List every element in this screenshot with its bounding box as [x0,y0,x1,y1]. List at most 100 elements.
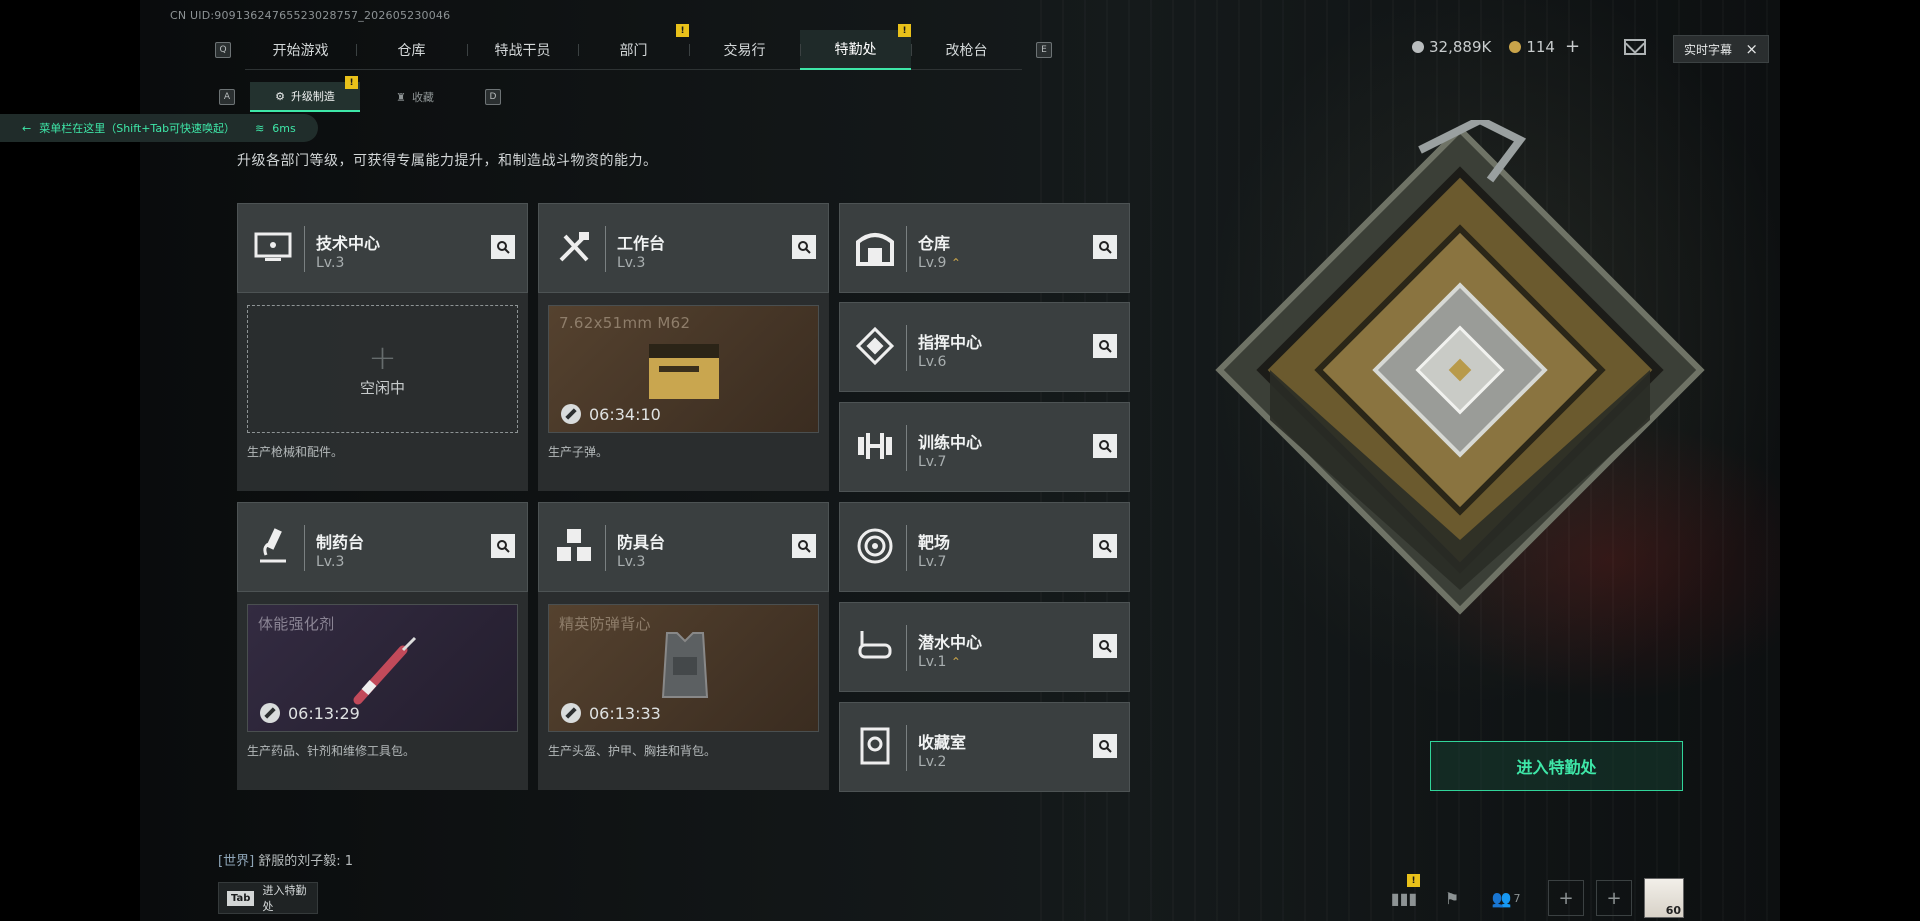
production-timer: 06:13:33 [561,703,661,723]
currency-bar: 32,889K 114 + [1412,36,1647,57]
gold-amount: 114 [1526,37,1555,56]
facility-card-diving[interactable]: 潜水中心 Lv.1 ⌃ [839,602,1130,692]
workbench-card[interactable]: 工作台 Lv.3 7.62x51mm M62 06:34:10 生产子弹。 [538,203,829,491]
avatar[interactable]: 60 [1644,878,1684,918]
silver-currency[interactable]: 32,889K [1412,38,1491,56]
tab-shortcut-hint[interactable]: Tab 进入特勤处 [218,882,318,914]
friends-icon[interactable]: 👥 7 [1476,880,1536,916]
search-icon[interactable] [491,534,515,558]
nav-left-key[interactable]: Q [215,42,231,58]
subtab-label: 升级制造 [290,90,335,103]
item-name: 精英防弹背心 [559,615,651,633]
computer-icon [254,232,292,261]
facility-card-range[interactable]: 靶场 Lv.7 [839,502,1130,592]
subtab-collection[interactable]: ♜ 收藏 [360,82,470,112]
stats-icon[interactable]: ▮▮▮! [1380,874,1428,916]
friends-count: 7 [1513,891,1521,905]
tab-warehouse[interactable]: 仓库 [356,30,467,70]
production-slot-active[interactable]: 体能强化剂 06:13:29 [247,604,518,732]
live-subtitle-button[interactable]: 实时字幕 × [1673,35,1769,63]
upgrade-icon: ⚙ [275,89,285,103]
ping-value: 6ms [272,121,296,135]
chat-text: 舒服的刘子毅: 1 [258,854,354,869]
pharmacy-card[interactable]: 制药台 Lv.3 体能强化剂 06:13:29 生产药品、针剂和维修工具包。 [237,502,528,790]
microscope-icon [260,528,286,563]
tab-operators[interactable]: 特战干员 [467,30,578,70]
tab-gunsmith[interactable]: 改枪台 [911,30,1022,70]
card-level: Lv.6 [918,354,947,370]
facility-card-training[interactable]: 训练中心 Lv.7 [839,402,1130,492]
wrench-icon [561,703,581,723]
divider [906,525,907,571]
subnav-left-key[interactable]: A [219,89,235,105]
card-description: 生产药品、针剂和维修工具包。 [247,744,416,758]
search-icon[interactable] [1093,734,1117,758]
nav-right-key[interactable]: E [1036,42,1052,58]
add-gold-button[interactable]: + [1565,36,1580,57]
search-icon[interactable] [1093,235,1117,259]
tab-label: 仓库 [397,43,426,59]
card-description: 生产枪械和配件。 [247,445,344,459]
armor-bench-card[interactable]: 防具台 Lv.3 精英防弹背心 06:13:33 生产头盔、护甲、胸挂和背包。 [538,502,829,790]
production-slot-empty[interactable]: + 空闲中 [247,305,518,433]
production-slot-active[interactable]: 精英防弹背心 06:13:33 [548,604,819,732]
card-header: 制药台 Lv.3 [237,502,528,592]
goggles-icon [858,631,892,659]
card-title: 工作台 [617,234,666,253]
wrench-icon [561,404,581,424]
search-icon[interactable] [1093,334,1117,358]
facility-card-warehouse[interactable]: 仓库 Lv.9 ⌃ [839,203,1130,293]
facility-card-vault[interactable]: 收藏室 Lv.2 [839,702,1130,792]
search-icon[interactable] [1093,534,1117,558]
plus-icon: + [368,337,397,378]
chat-message: [世界] 舒服的刘子毅: 1 [218,850,353,869]
menu-hint-overlay[interactable]: ← 菜单栏在这里（Shift+Tab可快速唤起） ≋ 6ms [0,114,318,142]
tools-icon [559,232,589,262]
search-icon[interactable] [792,534,816,558]
add-slot-button[interactable]: + [1548,880,1584,916]
page-description: 升级各部门等级，可获得专属能力提升，和制造战斗物资的能力。 [237,153,658,169]
card-level: Lv.9 ⌃ [918,255,961,271]
card-header: 收藏室 Lv.2 [839,702,1130,792]
flag-icon[interactable]: ⚑ [1428,880,1476,916]
divider [304,525,305,571]
player-level: 60 [1665,904,1681,917]
card-level: Lv.3 [617,554,646,570]
uid-label: CN UID:909136247655230287​57_20260523004… [170,9,451,22]
tab-market[interactable]: 交易行 [689,30,800,70]
production-slot-active[interactable]: 7.62x51mm M62 06:34:10 [548,305,819,433]
nav-tabs: 开始游戏 仓库 特战干员 部门! 交易行 特勤处! 改枪台 [245,24,1022,70]
notification-badge: ! [898,24,911,37]
timer-value: 06:13:33 [589,703,661,723]
facility-card-command[interactable]: 指挥中心 Lv.6 [839,302,1130,392]
card-level-value: Lv.1 [918,654,947,670]
item-name: 体能强化剂 [258,615,335,633]
tab-start-game[interactable]: 开始游戏 [245,30,356,70]
card-header: 潜水中心 Lv.1 ⌃ [839,602,1130,692]
wifi-icon: ≋ [255,121,265,135]
search-icon[interactable] [491,235,515,259]
mail-icon[interactable] [1624,38,1647,55]
add-slot-button[interactable]: + [1596,880,1632,916]
search-icon[interactable] [1093,434,1117,458]
search-icon[interactable] [792,235,816,259]
tech-center-card[interactable]: 技术中心 Lv.3 + 空闲中 生产枪械和配件。 [237,203,528,491]
close-icon[interactable]: × [1745,40,1758,58]
tab-department[interactable]: 部门! [578,24,689,70]
tab-label: 改枪台 [945,43,988,59]
gold-currency[interactable]: 114 [1509,38,1555,56]
divider [304,226,305,272]
silver-amount: 32,889K [1429,37,1492,56]
card-title: 仓库 [918,234,951,253]
subnav-right-key[interactable]: D [485,89,501,105]
divider [906,725,907,771]
divider [906,625,907,671]
notification-badge: ! [676,24,689,37]
silver-coin-icon [1412,40,1424,53]
trophy-icon: ♜ [396,90,406,104]
subtab-upgrade[interactable]: ⚙ 升级制造 ! [250,76,360,112]
enter-special-ops-button[interactable]: 进入特勤处 [1430,741,1683,791]
cubes-icon [557,529,591,561]
tab-special-ops[interactable]: 特勤处! [800,24,911,70]
search-icon[interactable] [1093,634,1117,658]
